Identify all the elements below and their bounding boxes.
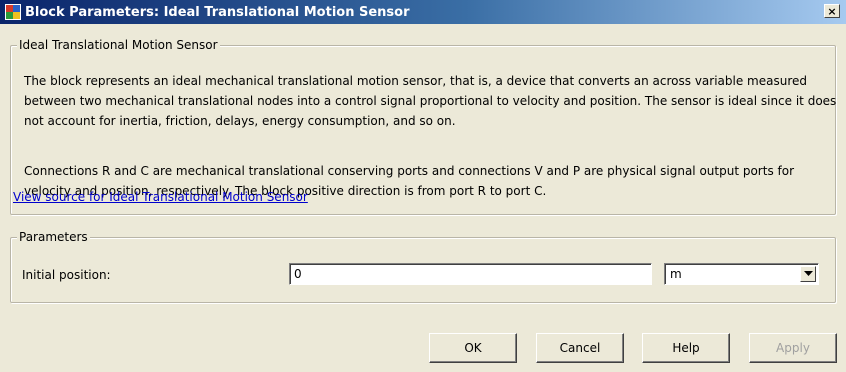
title-bar[interactable]: Block Parameters: Ideal Translational Mo… (0, 0, 846, 24)
window-title: Block Parameters: Ideal Translational Mo… (25, 4, 410, 20)
view-source-link[interactable]: View source for Ideal Translational Moti… (13, 190, 308, 204)
description-group-legend: Ideal Translational Motion Sensor (17, 38, 220, 52)
description-paragraph-1: The block represents an ideal mechanical… (24, 74, 837, 128)
initial-position-label: Initial position: (22, 268, 111, 282)
cancel-button[interactable]: Cancel (536, 333, 624, 363)
initial-position-input[interactable]: 0 (289, 263, 652, 285)
close-button[interactable]: × (824, 4, 840, 18)
ok-button[interactable]: OK (429, 333, 517, 363)
help-button[interactable]: Help (642, 333, 730, 363)
parameters-group-legend: Parameters (17, 230, 90, 244)
block-parameters-dialog: Block Parameters: Ideal Translational Mo… (0, 0, 846, 372)
close-icon: × (827, 4, 837, 18)
initial-position-unit-value: m (670, 267, 682, 281)
dropdown-arrow-button[interactable] (800, 266, 816, 282)
initial-position-value: 0 (294, 267, 302, 281)
chevron-down-icon (803, 271, 813, 276)
initial-position-unit-select[interactable]: m (664, 263, 819, 285)
simulink-block-icon (5, 4, 21, 20)
apply-button[interactable]: Apply (749, 333, 837, 363)
